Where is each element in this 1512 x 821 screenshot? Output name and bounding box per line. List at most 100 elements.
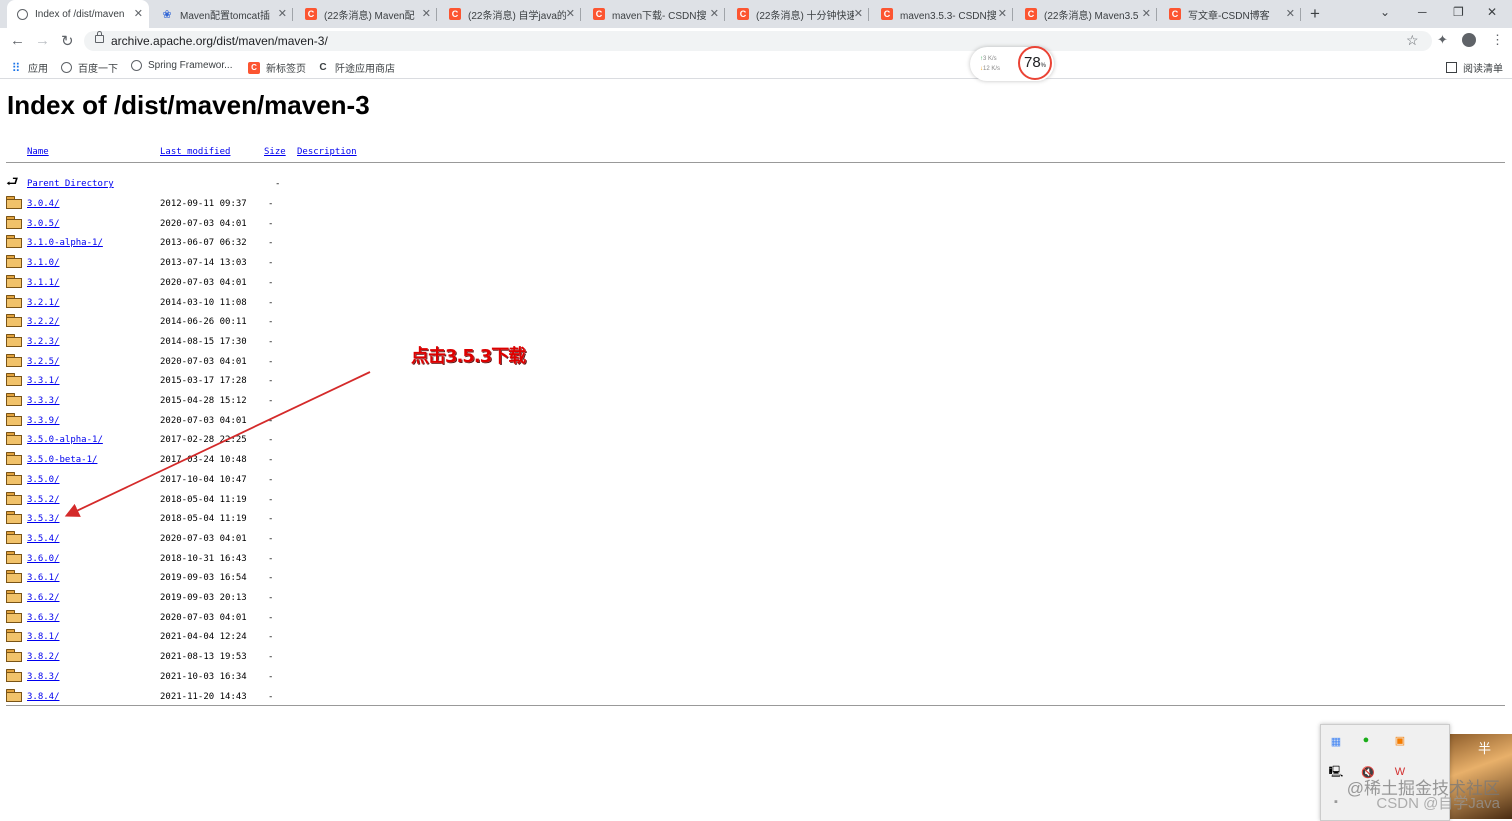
folder-link[interactable]: 3.6.3/ [27,613,60,623]
folder-link[interactable]: 3.2.5/ [27,357,60,367]
folder-link[interactable]: 3.1.1/ [27,278,60,288]
folder-link[interactable]: 3.8.4/ [27,692,60,702]
last-modified: 2017-02-28 22:25 [160,435,247,445]
tab-close-icon[interactable]: ✕ [1286,7,1295,20]
tab-search-icon[interactable]: ⌄ [1380,5,1390,19]
file-size: - [268,258,274,268]
wechat-icon[interactable]: ● [1359,733,1373,747]
folder-link[interactable]: 3.8.1/ [27,632,60,642]
back-arrow-icon: ⮐ [6,174,19,190]
bookmark-newtab[interactable]: C 新标签页 [248,60,306,75]
folder-link[interactable]: 3.5.4/ [27,534,60,544]
forward-icon[interactable]: → [35,32,50,49]
table-row: 3.5.4/2020-07-03 04:01 - [0,531,400,553]
folder-link[interactable]: 3.6.0/ [27,554,60,564]
folder-icon [6,275,22,288]
close-window-icon[interactable]: ✕ [1487,5,1497,19]
column-header-description[interactable]: Description [297,147,357,157]
bookmark-apps[interactable]: ⠿ 应用 [10,60,48,76]
bookmark-baidu[interactable]: 百度一下 [61,60,118,75]
last-modified: 2017-03-24 10:48 [160,455,247,465]
tab-0[interactable]: Index of /dist/maven ✕ [7,0,149,28]
app-small-icon[interactable]: ▪ [1329,795,1343,809]
extensions-puzzle-icon[interactable]: ✦ [1437,32,1448,48]
file-size: - [268,199,274,209]
minimize-icon[interactable]: ─ [1418,5,1427,19]
folder-icon [6,373,22,386]
folder-link[interactable]: 3.0.4/ [27,199,60,209]
column-header-name[interactable]: Name [27,147,49,157]
folder-link[interactable]: 3.5.2/ [27,495,60,505]
folder-link[interactable]: 3.3.3/ [27,396,60,406]
bookmark-spring[interactable]: Spring Framewor... [131,60,232,71]
folder-icon [6,472,22,485]
tab-close-icon[interactable]: ✕ [854,7,863,20]
menu-kebab-icon[interactable]: ⋮ [1491,32,1504,48]
file-size: - [268,416,274,426]
folder-link[interactable]: 3.3.1/ [27,376,60,386]
folder-link[interactable]: 3.2.3/ [27,337,60,347]
tab-3[interactable]: C (22条消息) 自学java的 ✕ [439,0,581,28]
folder-link[interactable]: 3.1.0-alpha-1/ [27,238,103,248]
folder-link[interactable]: 3.2.1/ [27,298,60,308]
reading-list-button[interactable]: 阅读清单 [1446,60,1503,75]
network-speed-widget[interactable]: ↑3 K/s ↓12 K/s 78% [970,46,1054,81]
profile-avatar-icon[interactable] [1462,33,1476,47]
new-tab-button[interactable]: + [1310,4,1320,24]
column-header-modified[interactable]: Last modified [160,147,230,157]
file-size: - [268,692,274,702]
folder-link[interactable]: 3.0.5/ [27,219,60,229]
tab-close-icon[interactable]: ✕ [1142,7,1151,20]
tab-4[interactable]: Cmaven下载- CSDN搜 ✕ [583,0,725,28]
tab-5[interactable]: C (22条消息) 十分钟快速 ✕ [727,0,869,28]
reload-icon[interactable]: ↻ [61,32,74,50]
maximize-icon[interactable]: ❐ [1453,5,1464,19]
bookmark-appstore[interactable]: C 阡途应用商店 [317,60,395,75]
tab-label: 写文章-CSDN博客 [1188,10,1270,22]
folder-link[interactable]: 3.5.0/ [27,475,60,485]
network-icon[interactable]: 🖳 [1329,765,1344,779]
app-tile-icon[interactable]: ▦ [1329,734,1343,748]
tab-2[interactable]: C (22条消息) Maven配 ✕ [295,0,437,28]
parent-directory-link[interactable]: Parent Directory [27,179,114,189]
file-size: - [268,278,274,288]
tab-close-icon[interactable]: ✕ [278,7,287,20]
table-row: 3.1.1/2020-07-03 04:01 - [0,275,400,297]
folder-link[interactable]: 3.5.3/ [27,514,60,524]
tab-close-icon[interactable]: ✕ [710,7,719,20]
file-size: - [268,613,274,623]
folder-link[interactable]: 3.5.0-beta-1/ [27,455,97,465]
folder-icon [6,511,22,524]
column-header-size[interactable]: Size [264,147,286,157]
folder-icon [6,649,22,662]
tab-close-icon[interactable]: ✕ [566,7,575,20]
folder-link[interactable]: 3.5.0-alpha-1/ [27,435,103,445]
tab-close-icon[interactable]: ✕ [134,7,143,20]
parent-directory-row: ⮐ Parent Directory - [6,174,281,190]
last-modified: 2020-07-03 04:01 [160,219,247,229]
folder-link[interactable]: 3.8.3/ [27,672,60,682]
folder-link[interactable]: 3.6.1/ [27,573,60,583]
url-text[interactable]: archive.apache.org/dist/maven/maven-3/ [111,34,328,48]
folder-link[interactable]: 3.3.9/ [27,416,60,426]
divider-bottom [6,705,1505,706]
back-icon[interactable]: ← [10,32,25,49]
tab-label: maven下载- CSDN搜 [612,10,707,22]
file-size: - [268,593,274,603]
bookmark-star-icon[interactable]: ☆ [1406,32,1419,49]
table-row: 3.2.2/2014-06-26 00:11 - [0,314,400,336]
tab-6[interactable]: Cmaven3.5.3- CSDN搜 ✕ [871,0,1013,28]
tab-close-icon[interactable]: ✕ [422,7,431,20]
tab-close-icon[interactable]: ✕ [998,7,1007,20]
folder-link[interactable]: 3.8.2/ [27,652,60,662]
tab-7[interactable]: C (22条消息) Maven3.5 ✕ [1015,0,1157,28]
tab-8[interactable]: C 写文章-CSDN博客 ✕ [1159,0,1301,28]
tab-label: Maven配置tomcat插 [180,10,271,22]
folder-link[interactable]: 3.1.0/ [27,258,60,268]
folder-link[interactable]: 3.2.2/ [27,317,60,327]
app-orange-icon[interactable]: ▣ [1393,733,1407,747]
folder-link[interactable]: 3.6.2/ [27,593,60,603]
tab-1[interactable]: ❀ Maven配置tomcat插 ✕ [151,0,293,28]
lock-icon[interactable] [95,31,104,43]
last-modified: 2021-10-03 16:34 [160,672,247,682]
